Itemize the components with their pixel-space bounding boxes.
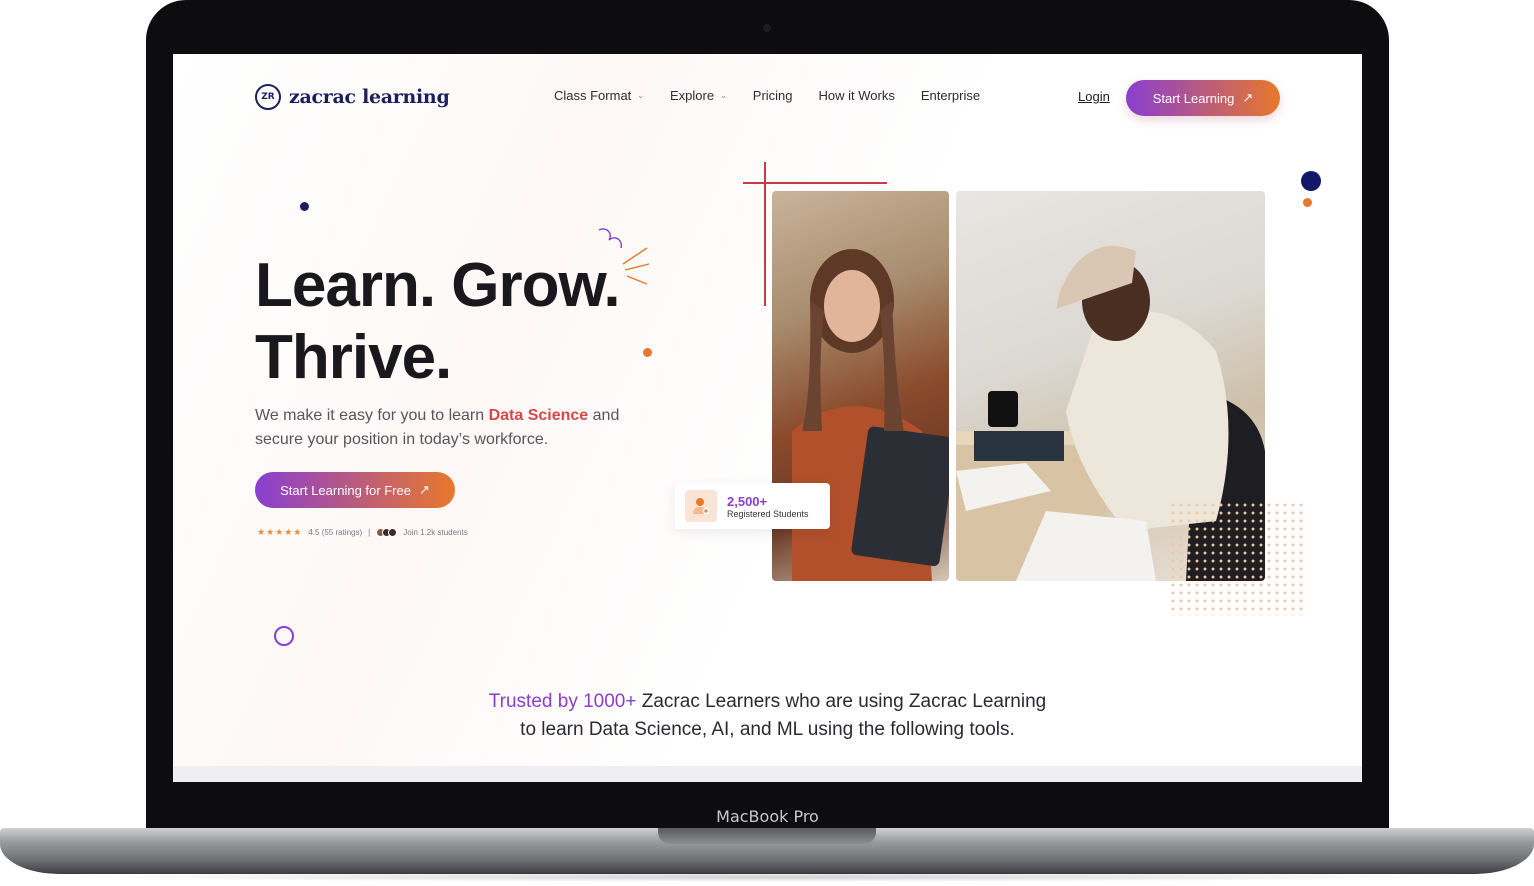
trusted-text: Zacrac Learners who are using Zacrac Lea… [636,691,1047,712]
hero-title-line1: Learn. Grow. [255,251,621,320]
screen: ZR zacrac learning Class Format ⌄ Explor… [173,54,1362,782]
decor-dot-orange-small [1303,198,1312,207]
decor-dot-grid [1169,501,1305,616]
nav-label: Class Format [554,88,632,103]
nav-label: How it Works [818,88,895,103]
laptop-shadow [60,872,1474,882]
hero-title-line2: Thrive. [255,323,452,392]
login-link[interactable]: Login [1078,89,1110,104]
start-learning-button[interactable]: Start Learning ↗ [1126,80,1280,116]
hero-sub-text: We make it easy for you to learn [255,407,489,424]
nav-label: Enterprise [920,88,981,103]
separator: | [368,528,371,537]
laptop-notch [658,828,876,844]
trusted-highlight: Trusted by 1000+ [488,691,637,712]
camera [763,24,771,32]
registered-students-card: 2,500+ Registered Students [675,483,830,529]
rating-text: 4.5 (55 ratings) [308,528,363,537]
rating-row: ★★★★★ 4.5 (55 ratings) | Join 1.2k stude… [257,527,468,538]
join-text: Join 1.2k students [403,528,468,537]
stat-label: Registered Students [727,508,809,519]
main-nav: Class Format ⌄ Explore ⌄ Pricing How it … [554,88,980,103]
device-label: MacBook Pro [716,807,819,826]
hero-title: Learn. Grow. Thrive. [255,250,621,394]
logo-mark-icon: ZR [255,84,281,110]
user-plus-icon [685,490,717,522]
hero-subtitle: We make it easy for you to learn Data Sc… [255,404,635,452]
arrow-up-right-icon: ↗ [418,482,430,497]
decor-ring [274,626,294,646]
button-label: Start Learning for Free [280,482,411,498]
button-label: Start Learning [1152,90,1235,106]
brand-logo[interactable]: ZR zacrac learning [255,84,450,110]
stat-text: 2,500+ Registered Students [727,494,809,519]
arrow-up-right-icon: ↗ [1242,90,1254,105]
nav-item-pricing[interactable]: Pricing [753,88,793,103]
nav-item-how-it-works[interactable]: How it Works [819,88,895,103]
chevron-down-icon: ⌄ [720,91,727,100]
brand-name: zacrac learning [289,86,450,108]
trusted-section-heading: Trusted by 1000+ Zacrac Learners who are… [173,688,1362,744]
decor-dot-navy [300,202,309,211]
decor-line-horizontal [743,182,887,184]
start-learning-free-button[interactable]: Start Learning for Free ↗ [255,472,455,508]
nav-label: Pricing [752,88,793,103]
nav-item-enterprise[interactable]: Enterprise [921,88,980,103]
decor-dot-navy-large [1301,171,1321,191]
star-rating-icon: ★★★★★ [257,527,303,537]
student-avatars [376,528,398,537]
chevron-down-icon: ⌄ [637,91,644,100]
decor-dot-orange [643,348,652,357]
next-section-strip [173,766,1362,782]
trusted-line2: to learn Data Science, AI, and ML using … [520,719,1015,740]
stat-number: 2,500+ [727,493,768,509]
nav-item-class-format[interactable]: Class Format ⌄ [554,88,644,103]
hero-sub-highlight: Data Science [488,407,589,424]
trusted-line1: Trusted by 1000+ Zacrac Learners who are… [173,688,1362,716]
nav-item-explore[interactable]: Explore ⌄ [670,88,727,103]
nav-label: Explore [670,88,715,103]
